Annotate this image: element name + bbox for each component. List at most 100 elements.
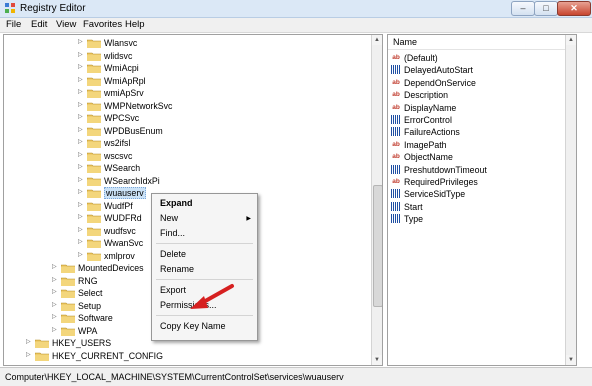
value-name[interactable]: DelayedAutoStart (404, 64, 473, 76)
expand-arrow-icon[interactable]: ▷ (78, 189, 85, 196)
tree-node-label[interactable]: WMPNetworkSvc (104, 100, 172, 112)
maximize-button[interactable]: □ (534, 1, 558, 16)
menu-item-find[interactable]: Find... (160, 228, 185, 238)
expand-arrow-icon[interactable]: ▷ (52, 327, 59, 334)
tree-scrollbar[interactable]: ▲ ▼ (371, 35, 382, 365)
value-name[interactable]: ImagePath (404, 139, 447, 151)
expand-arrow-icon[interactable]: ▷ (78, 64, 85, 71)
expand-arrow-icon[interactable]: ▷ (78, 114, 85, 121)
expand-arrow-icon[interactable]: ▷ (52, 289, 59, 296)
red-arrow-icon (190, 284, 234, 309)
menu-help[interactable]: Help (125, 19, 145, 30)
tree-node-label[interactable]: WmiApRpl (104, 75, 146, 87)
expand-arrow-icon[interactable]: ▷ (78, 152, 85, 159)
expand-arrow-icon[interactable]: ▷ (78, 239, 85, 246)
scroll-thumb[interactable] (373, 185, 382, 307)
menu-edit[interactable]: Edit (31, 19, 47, 30)
tree-node-label[interactable]: HKEY_USERS (52, 337, 111, 349)
menu-file[interactable]: File (6, 19, 21, 30)
value-name[interactable]: ObjectName (404, 151, 453, 163)
value-name[interactable]: Type (404, 213, 423, 225)
value-name[interactable]: Start (404, 201, 423, 213)
menu-item-export[interactable]: Export (160, 285, 186, 295)
tree-node-label[interactable]: RNG (78, 275, 98, 287)
menu-item-expand[interactable]: Expand (160, 198, 193, 208)
expand-arrow-icon[interactable]: ▷ (78, 252, 85, 259)
tree-node-label[interactable]: Wlansvc (104, 37, 137, 49)
tree-node-label[interactable]: ws2ifsl (104, 137, 130, 149)
expand-arrow-icon[interactable]: ▷ (26, 352, 33, 359)
expand-arrow-icon[interactable]: ▷ (78, 77, 85, 84)
value-name[interactable]: FailureActions (404, 126, 460, 138)
expand-arrow-icon[interactable]: ▷ (78, 52, 85, 59)
menu-item-delete[interactable]: Delete (160, 249, 186, 259)
menu-view[interactable]: View (56, 19, 76, 30)
expand-arrow-icon[interactable]: ▷ (78, 39, 85, 46)
scroll-up-icon[interactable]: ▲ (372, 35, 382, 45)
value-name[interactable]: ServiceSidType (404, 188, 465, 200)
expand-arrow-icon[interactable]: ▷ (78, 127, 85, 134)
folder-icon (86, 138, 102, 149)
expand-arrow-icon[interactable]: ▷ (52, 264, 59, 271)
tree-node-label[interactable]: WSearchIdxPi (104, 175, 160, 187)
tree-node-label[interactable]: wuauserv (104, 187, 146, 199)
value-name[interactable]: PreshutdownTimeout (404, 164, 487, 176)
scroll-down-icon[interactable]: ▼ (566, 355, 576, 365)
folder-icon (86, 76, 102, 86)
menu-item-rename[interactable]: Rename (160, 264, 194, 274)
value-name[interactable]: (Default) (404, 52, 438, 64)
tree-node-label[interactable]: WmiAcpi (104, 62, 139, 74)
tree-node-label[interactable]: WwanSvc (104, 237, 143, 249)
value-name[interactable]: DisplayName (404, 102, 456, 114)
expand-arrow-icon[interactable]: ▷ (52, 277, 59, 284)
expand-arrow-icon[interactable]: ▷ (78, 177, 85, 184)
expand-arrow-icon[interactable]: ▷ (52, 302, 59, 309)
menu-bar: File Edit View Favorites Help (0, 18, 592, 33)
tree-node-label[interactable]: WPCSvc (104, 112, 139, 124)
value-name[interactable]: Description (404, 89, 448, 101)
minimize-button[interactable]: – (511, 1, 535, 16)
expand-arrow-icon[interactable]: ▷ (78, 202, 85, 209)
menu-item-new[interactable]: New (160, 213, 178, 223)
value-name[interactable]: ErrorControl (404, 114, 452, 126)
close-button[interactable]: ✕ (557, 1, 591, 16)
value-name[interactable]: DependOnService (404, 77, 476, 89)
status-path: Computer\HKEY_LOCAL_MACHINE\SYSTEM\Curre… (5, 372, 344, 382)
folder-icon (60, 276, 76, 286)
tree-node-label[interactable]: MountedDevices (78, 262, 144, 274)
expand-arrow-icon[interactable]: ▷ (78, 139, 85, 146)
registry-values-pane[interactable]: Name ▲ ▼ ab (Default) DelayedAutoStart ab De… (387, 34, 577, 366)
tree-node-label[interactable]: WPA (78, 325, 97, 337)
tree-node-label[interactable]: xmlprov (104, 250, 135, 262)
expand-arrow-icon[interactable]: ▷ (52, 314, 59, 321)
tree-node-label[interactable]: HKEY_CURRENT_CONFIG (52, 350, 163, 362)
expand-arrow-icon[interactable]: ▷ (78, 214, 85, 221)
expand-arrow-icon[interactable]: ▷ (78, 89, 85, 96)
tree-node-label[interactable]: Software (78, 312, 113, 324)
tree-node-label[interactable]: WPDBusEnum (104, 125, 163, 137)
folder-icon (86, 201, 102, 211)
tree-node-label[interactable]: wlidsvc (104, 50, 132, 62)
tree-node-label[interactable]: Select (78, 287, 102, 299)
expand-arrow-icon[interactable]: ▷ (78, 227, 85, 234)
tree-node-label[interactable]: Setup (78, 300, 101, 312)
tree-node-label[interactable]: WUDFRd (104, 212, 142, 224)
tree-node-label[interactable]: WudfPf (104, 200, 133, 212)
column-header-name[interactable]: Name (388, 35, 576, 50)
binary-value-icon (391, 115, 401, 124)
tree-node-label[interactable]: WSearch (104, 162, 140, 174)
menu-item-copy-key-name[interactable]: Copy Key Name (160, 321, 226, 331)
value-name[interactable]: RequiredPrivileges (404, 176, 478, 188)
expand-arrow-icon[interactable]: ▷ (78, 102, 85, 109)
tree-node-label[interactable]: wmiApSrv (104, 87, 144, 99)
window-title: Registry Editor (20, 3, 86, 14)
expand-arrow-icon[interactable]: ▷ (78, 164, 85, 171)
expand-arrow-icon[interactable]: ▷ (26, 339, 33, 346)
scroll-up-icon[interactable]: ▲ (566, 35, 576, 45)
menu-favorites[interactable]: Favorites (83, 19, 122, 30)
scroll-down-icon[interactable]: ▼ (372, 355, 382, 365)
string-value-icon: ab (392, 140, 400, 148)
values-scrollbar[interactable]: ▲ ▼ (565, 35, 576, 365)
tree-node-label[interactable]: wscsvc (104, 150, 132, 162)
tree-node-label[interactable]: wudfsvc (104, 225, 136, 237)
